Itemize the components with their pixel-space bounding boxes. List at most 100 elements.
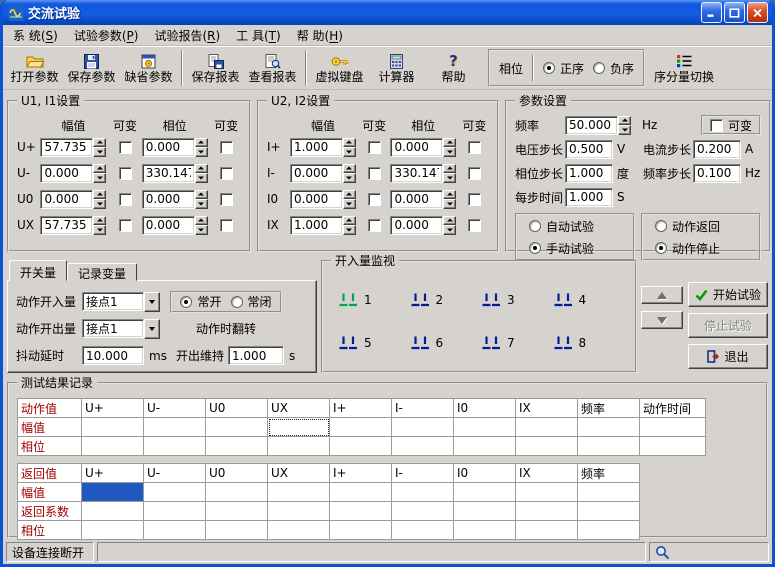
result-cell[interactable]: [516, 502, 578, 521]
ix-amplitude-variable-checkbox[interactable]: [368, 219, 381, 232]
frequency-spinner[interactable]: [618, 116, 631, 135]
i0-amplitude-variable-checkbox[interactable]: [368, 193, 381, 206]
result-cell[interactable]: [392, 483, 454, 502]
radio-auto-test[interactable]: 自动试验: [529, 218, 621, 235]
view-report-button[interactable]: 查看报表: [244, 49, 301, 88]
u-minus-phase-variable-checkbox[interactable]: [220, 167, 233, 180]
ux-phase-spinner[interactable]: [195, 216, 208, 235]
i-minus-phase-input[interactable]: [390, 164, 443, 183]
u0-phase-input[interactable]: [142, 190, 195, 209]
ix-amplitude-input[interactable]: [290, 216, 343, 235]
result-cell[interactable]: [578, 502, 640, 521]
frequency-input[interactable]: [565, 116, 618, 135]
result-cell[interactable]: [392, 521, 454, 540]
result-cell[interactable]: [268, 502, 330, 521]
move-up-button[interactable]: [641, 286, 683, 304]
i0-phase-input[interactable]: [390, 190, 443, 209]
voltage-step-input[interactable]: [565, 140, 613, 159]
u-minus-amplitude-variable-checkbox[interactable]: [119, 167, 132, 180]
help-button[interactable]: ? 帮助: [425, 49, 482, 88]
i-plus-amplitude-variable-checkbox[interactable]: [368, 141, 381, 154]
magnifier-icon[interactable]: [655, 545, 670, 560]
radio-positive-sequence[interactable]: 正序: [543, 60, 584, 77]
result-cell[interactable]: [516, 521, 578, 540]
u-plus-phase-variable-checkbox[interactable]: [220, 141, 233, 154]
result-cell[interactable]: [82, 521, 144, 540]
ux-phase-variable-checkbox[interactable]: [220, 219, 233, 232]
result-cell[interactable]: [454, 418, 516, 437]
step-time-input[interactable]: [565, 188, 613, 207]
focused-result-cell[interactable]: [268, 418, 330, 437]
ix-phase-input[interactable]: [390, 216, 443, 235]
u-minus-amplitude-input[interactable]: [40, 164, 93, 183]
action-output-select[interactable]: [82, 319, 160, 339]
minimize-button[interactable]: [701, 2, 722, 23]
dropdown-button[interactable]: [144, 319, 160, 339]
i-plus-phase-variable-checkbox[interactable]: [468, 141, 481, 154]
i-plus-phase-input[interactable]: [390, 138, 443, 157]
result-cell[interactable]: [206, 502, 268, 521]
i-minus-phase-variable-checkbox[interactable]: [468, 167, 481, 180]
result-cell[interactable]: [330, 521, 392, 540]
tab-switch-values[interactable]: 开关量: [9, 260, 67, 281]
result-cell[interactable]: [144, 502, 206, 521]
ix-phase-spinner[interactable]: [443, 216, 456, 235]
result-cell[interactable]: [392, 418, 454, 437]
result-cell[interactable]: [454, 437, 516, 456]
u0-phase-spinner[interactable]: [195, 190, 208, 209]
u0-amplitude-spinner[interactable]: [93, 190, 106, 209]
titlebar[interactable]: 交流试验: [3, 0, 772, 25]
result-cell[interactable]: [516, 483, 578, 502]
result-cell[interactable]: [206, 521, 268, 540]
i-minus-amplitude-spinner[interactable]: [343, 164, 356, 183]
radio-normally-closed[interactable]: 常闭: [231, 293, 272, 310]
result-cell[interactable]: [82, 418, 144, 437]
u0-phase-variable-checkbox[interactable]: [220, 193, 233, 206]
result-cell[interactable]: [578, 437, 640, 456]
calculator-button[interactable]: 计算器: [368, 49, 425, 88]
u0-amplitude-input[interactable]: [40, 190, 93, 209]
result-cell[interactable]: [144, 521, 206, 540]
radio-manual-test[interactable]: 手动试验: [529, 240, 621, 257]
result-cell[interactable]: [578, 521, 640, 540]
i-plus-amplitude-spinner[interactable]: [343, 138, 356, 157]
i0-phase-spinner[interactable]: [443, 190, 456, 209]
result-cell[interactable]: [640, 437, 706, 456]
menu-item-tools[interactable]: 工 具(T): [228, 25, 289, 46]
u-minus-phase-input[interactable]: [142, 164, 195, 183]
action-input-select[interactable]: [82, 292, 160, 312]
current-step-input[interactable]: [693, 140, 741, 159]
result-cell[interactable]: [640, 418, 706, 437]
move-down-button[interactable]: [641, 311, 683, 329]
frequency-step-input[interactable]: [693, 164, 741, 183]
maximize-button[interactable]: [724, 2, 745, 23]
ix-phase-variable-checkbox[interactable]: [468, 219, 481, 232]
tab-record-variables[interactable]: 记录变量: [67, 263, 137, 281]
radio-negative-sequence[interactable]: 负序: [593, 60, 634, 77]
result-cell[interactable]: [516, 418, 578, 437]
i-plus-phase-spinner[interactable]: [443, 138, 456, 157]
start-test-button[interactable]: 开始试验: [688, 282, 768, 307]
i0-phase-variable-checkbox[interactable]: [468, 193, 481, 206]
ix-amplitude-spinner[interactable]: [343, 216, 356, 235]
i0-amplitude-spinner[interactable]: [343, 190, 356, 209]
result-cell[interactable]: [454, 483, 516, 502]
u-plus-amplitude-variable-checkbox[interactable]: [119, 141, 132, 154]
radio-action-return[interactable]: 动作返回: [655, 218, 747, 235]
i-minus-phase-spinner[interactable]: [443, 164, 456, 183]
default-params-button[interactable]: 缺省参数: [120, 49, 177, 88]
menu-item-system[interactable]: 系 统(S): [5, 25, 66, 46]
frequency-variable-checkbox[interactable]: [710, 119, 723, 132]
result-cell[interactable]: [392, 437, 454, 456]
ux-amplitude-spinner[interactable]: [93, 216, 106, 235]
result-cell[interactable]: [206, 437, 268, 456]
result-cell[interactable]: [206, 418, 268, 437]
open-params-button[interactable]: 打开参数: [6, 49, 63, 88]
u-plus-phase-spinner[interactable]: [195, 138, 208, 157]
stop-test-button[interactable]: 停止试验: [688, 313, 768, 338]
result-cell[interactable]: [268, 521, 330, 540]
phase-step-input[interactable]: [565, 164, 613, 183]
result-cell[interactable]: [578, 483, 640, 502]
ux-amplitude-input[interactable]: [40, 216, 93, 235]
u-plus-amplitude-spinner[interactable]: [93, 138, 106, 157]
